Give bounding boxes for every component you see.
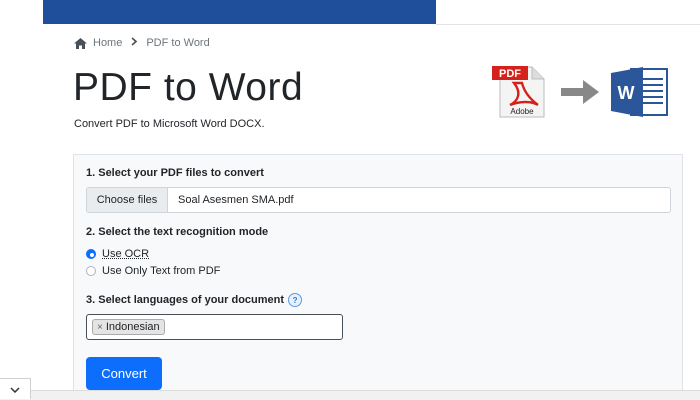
breadcrumb-current[interactable]: PDF to Word bbox=[146, 37, 209, 49]
home-icon bbox=[74, 37, 87, 49]
text-only-label[interactable]: Use Only Text from PDF bbox=[102, 265, 220, 277]
arrow-right-icon bbox=[561, 80, 599, 109]
svg-text:W: W bbox=[618, 83, 635, 103]
breadcrumb-home-link[interactable]: Home bbox=[93, 37, 122, 49]
collapse-toggle[interactable] bbox=[0, 378, 31, 399]
word-file-icon: W bbox=[611, 67, 669, 122]
language-select[interactable]: × Indonesian bbox=[86, 314, 343, 340]
radio-use-ocr[interactable]: Use OCR bbox=[86, 248, 149, 260]
breadcrumb: Home PDF to Word bbox=[74, 37, 210, 49]
step3-label-text: 3. Select languages of your document bbox=[86, 293, 285, 306]
choose-files-button[interactable]: Choose files bbox=[87, 188, 168, 212]
svg-text:PDF: PDF bbox=[499, 68, 521, 80]
radio-button-unchecked[interactable] bbox=[86, 266, 96, 276]
chevron-right-icon bbox=[131, 37, 138, 49]
radio-button-checked[interactable] bbox=[86, 249, 96, 259]
convert-button[interactable]: Convert bbox=[86, 357, 162, 390]
pdf-file-icon: PDF Adobe bbox=[492, 63, 548, 124]
page-subtitle: Convert PDF to Microsoft Word DOCX. bbox=[74, 118, 265, 130]
page-title: PDF to Word bbox=[73, 66, 304, 109]
step2-label: 2. Select the text recognition mode bbox=[86, 226, 269, 238]
step3-label: 3. Select languages of your document? bbox=[86, 293, 303, 307]
file-input-group[interactable]: Choose files Soal Asesmen SMA.pdf bbox=[86, 187, 671, 213]
step1-label: 1. Select your PDF files to convert bbox=[86, 167, 264, 179]
tag-remove-icon[interactable]: × bbox=[97, 322, 103, 333]
selected-file-name: Soal Asesmen SMA.pdf bbox=[178, 194, 294, 206]
help-icon[interactable]: ? bbox=[288, 293, 303, 307]
language-tag-label: Indonesian bbox=[105, 321, 160, 333]
language-tag: × Indonesian bbox=[92, 319, 165, 335]
top-right-strip bbox=[436, 0, 700, 25]
use-ocr-label[interactable]: Use OCR bbox=[102, 248, 149, 260]
top-banner bbox=[43, 0, 436, 24]
radio-text-only[interactable]: Use Only Text from PDF bbox=[86, 265, 220, 277]
svg-text:Adobe: Adobe bbox=[510, 107, 534, 116]
chevron-down-icon bbox=[10, 380, 20, 398]
